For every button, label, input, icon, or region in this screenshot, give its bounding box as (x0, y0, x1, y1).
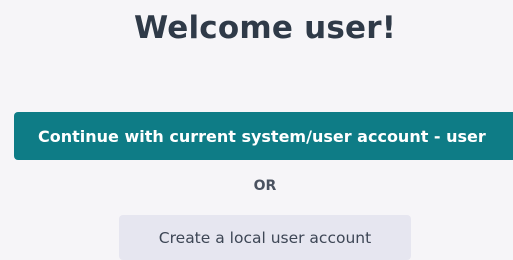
continue-with-current-account-button[interactable]: Continue with current system/user accoun… (14, 112, 513, 160)
or-separator: OR (253, 178, 277, 194)
welcome-title: Welcome user! (133, 10, 397, 46)
create-local-account-button[interactable]: Create a local user account (119, 215, 411, 260)
